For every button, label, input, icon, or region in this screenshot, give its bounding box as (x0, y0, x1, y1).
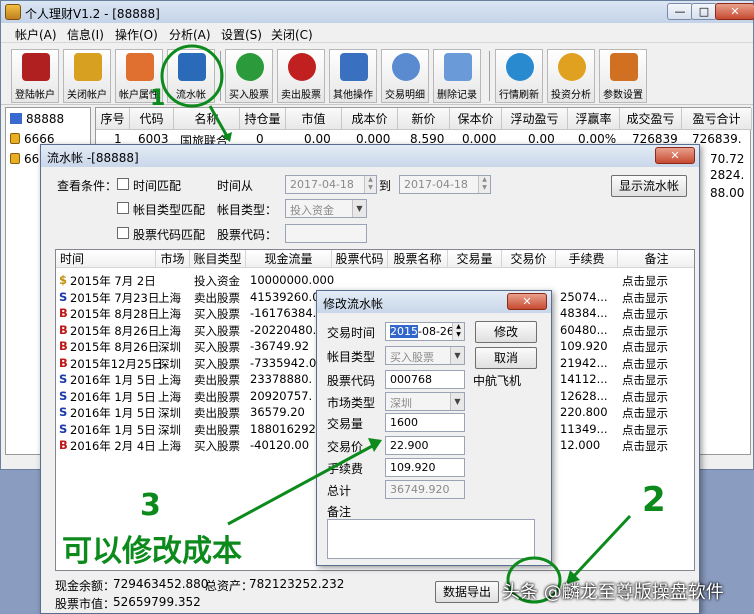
ledger-highlight-circle (160, 44, 224, 108)
annotation-caption: 可以修改成本 (62, 534, 242, 569)
arrow-1 (208, 105, 230, 139)
annotation-number-2: 2 (642, 480, 666, 520)
annotation-number-1: 1 (150, 86, 166, 111)
arrow-2 (572, 514, 632, 578)
arrow-3 (227, 442, 377, 526)
annotation-number-3: 3 (140, 488, 161, 523)
arrow-3-head (368, 438, 382, 452)
annotation-overlay (160, 44, 632, 604)
watermark: 头条 @麟龙至尊版操盘软件 (502, 582, 724, 603)
